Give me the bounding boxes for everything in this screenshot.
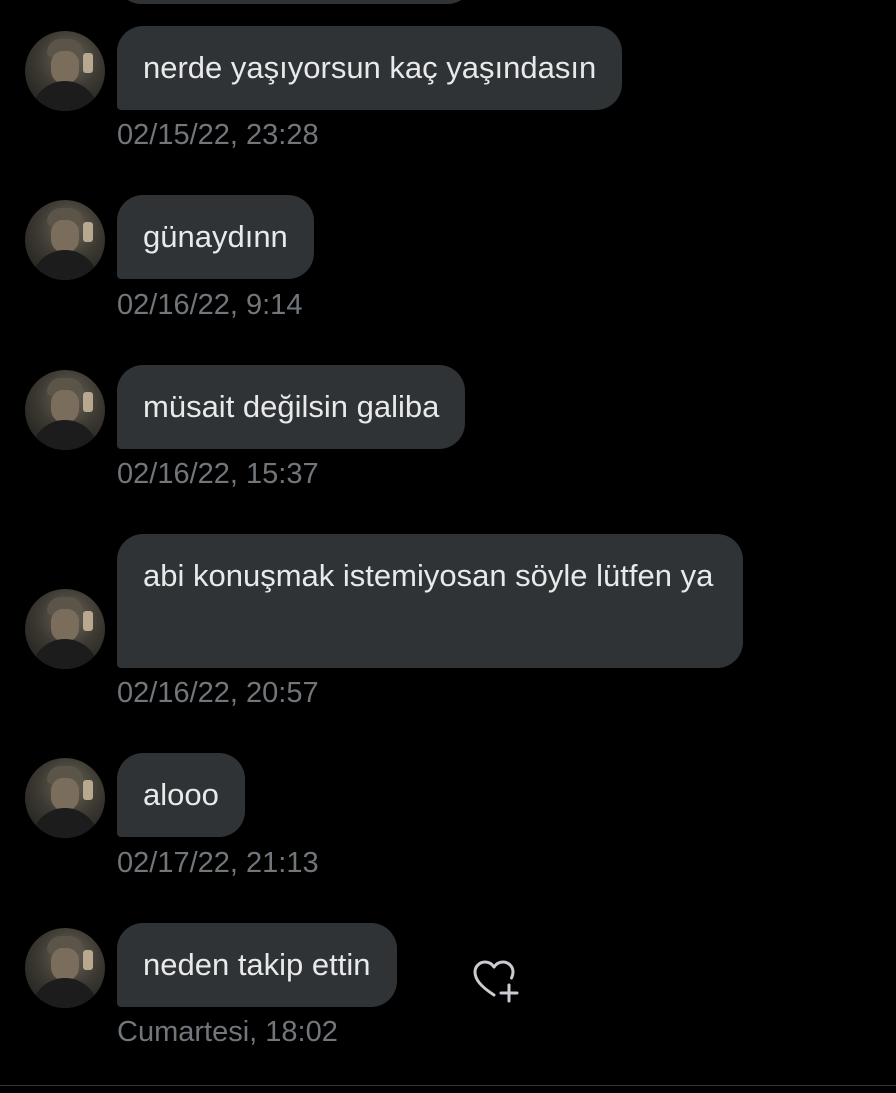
profile-avatar-icon[interactable] [25,31,105,111]
message-bubble[interactable]: abi konuşmak istemiyosan söyle lütfen ya [117,534,743,668]
message-timestamp: 02/15/22, 23:28 [117,119,319,151]
message-timestamp: 02/16/22, 20:57 [117,677,319,709]
divider [0,1085,896,1086]
message-timestamp: 02/16/22, 15:37 [117,458,319,490]
profile-avatar-icon[interactable] [25,928,105,1008]
message-bubble[interactable]: neden takip ettin [117,923,397,1007]
message-bubble[interactable]: müsait değilsin galiba [117,365,466,449]
message-bubble[interactable]: günaydınn [117,195,314,279]
message-timestamp: 02/17/22, 21:13 [117,847,319,879]
message-timestamp: 02/16/22, 9:14 [117,289,303,321]
message-bubble[interactable]: alooo [117,753,245,837]
profile-avatar-icon[interactable] [25,200,105,280]
previous-message-bubble [117,0,472,4]
message-timestamp: Cumartesi, 18:02 [117,1016,338,1048]
heart-plus-icon[interactable] [470,955,522,1007]
profile-avatar-icon[interactable] [25,758,105,838]
profile-avatar-icon[interactable] [25,370,105,450]
profile-avatar-icon[interactable] [25,589,105,669]
message-bubble[interactable]: nerde yaşıyorsun kaç yaşındasın [117,26,623,110]
